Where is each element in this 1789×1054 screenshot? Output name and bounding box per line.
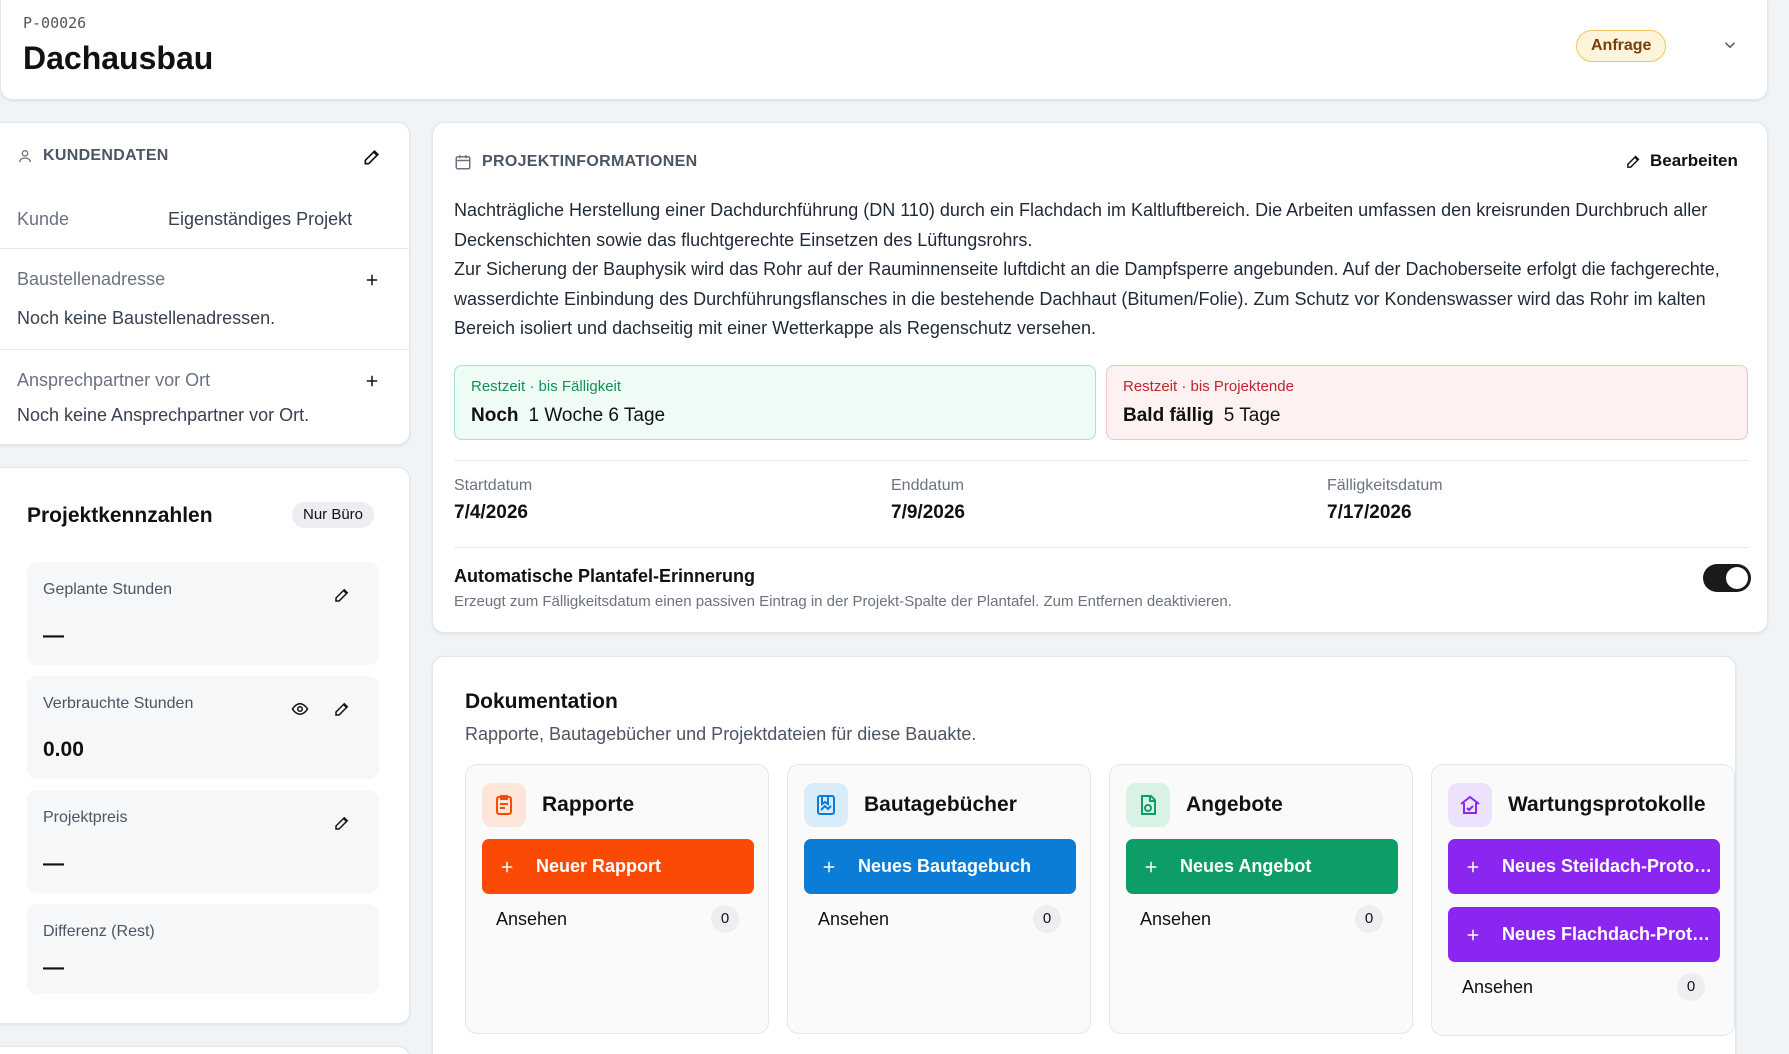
count-badge: 0 (1033, 905, 1061, 933)
view-reports-link[interactable]: Ansehen (496, 909, 567, 930)
add-contact-icon[interactable] (363, 372, 381, 390)
start-date-label: Startdatum (454, 477, 533, 494)
view-offers-link[interactable]: Ansehen (1140, 909, 1211, 930)
new-offer-button[interactable]: Neues Angebot (1126, 839, 1398, 894)
divider (454, 460, 1748, 461)
contact-label: Ansprechpartner vor Ort (17, 370, 211, 390)
plus-icon (1464, 858, 1482, 876)
site-address-label: Baustellenadresse (17, 269, 166, 289)
project-info-heading: PROJEKTINFORMATIONEN (454, 153, 697, 171)
project-id: P-00026 (23, 14, 87, 32)
maintenance-icon (1448, 783, 1492, 827)
edit-icon[interactable] (333, 586, 351, 604)
project-info-card: PROJEKTINFORMATIONEN Bearbeiten Nachträg… (432, 122, 1768, 633)
divider (0, 248, 410, 249)
site-address-empty: Noch keine Baustellenadressen. (17, 308, 276, 328)
kpi-planned-hours: Geplante Stunden — (27, 562, 379, 665)
plus-icon (820, 858, 838, 876)
start-date-value: 7/4/2026 (454, 502, 528, 523)
reminder-toggle[interactable] (1703, 564, 1751, 592)
edit-icon[interactable] (333, 700, 351, 718)
plus-icon (498, 858, 516, 876)
reminder-description: Erzeugt zum Fälligkeitsdatum einen passi… (454, 593, 1232, 610)
documentation-card: Dokumentation Rapporte, Bautagebücher un… (432, 656, 1736, 1054)
new-flat-roof-protocol-button[interactable]: Neues Flachdach-Prot… (1448, 907, 1720, 962)
view-diaries-link[interactable]: Ansehen (818, 909, 889, 930)
due-date-label: Fälligkeitsdatum (1327, 477, 1443, 494)
reports-column: Rapporte Neuer Rapport Ansehen 0 (465, 764, 769, 1034)
offer-icon (1126, 783, 1170, 827)
divider (454, 547, 1748, 548)
kpi-card: Projektkennzahlen Nur Büro Geplante Stun… (0, 467, 410, 1024)
new-pitched-roof-protocol-button[interactable]: Neues Steildach-Proto… (1448, 839, 1720, 894)
offers-column: Angebote Neues Angebot Ansehen 0 (1109, 764, 1413, 1034)
maintenance-column: Wartungsprotokolle Neues Steildach-Proto… (1431, 764, 1735, 1036)
project-description: Nachträgliche Herstellung einer Dachdurc… (454, 200, 1720, 338)
page-title: Dachausbau (23, 40, 214, 76)
divider (0, 349, 410, 350)
edit-customer-icon[interactable] (362, 147, 382, 167)
due-date-value: 7/17/2026 (1327, 502, 1412, 523)
chevron-down-icon[interactable] (1721, 36, 1739, 54)
kpi-difference: Differenz (Rest) — (27, 904, 379, 994)
plus-icon (1464, 926, 1482, 944)
customer-card: KUNDENDATEN Kunde Eigenständiges Projekt… (0, 122, 410, 445)
report-icon (482, 783, 526, 827)
kpi-title: Projektkennzahlen (27, 504, 213, 527)
pencil-icon (1625, 153, 1642, 170)
project-header: P-00026 Dachausbau Anfrage (0, 0, 1768, 100)
edit-icon[interactable] (333, 814, 351, 832)
end-date-label: Enddatum (891, 477, 964, 494)
view-protocols-link[interactable]: Ansehen (1462, 977, 1533, 998)
status-badge[interactable]: Anfrage (1576, 30, 1667, 62)
customer-value: Eigenständiges Projekt (168, 209, 353, 229)
count-badge: 0 (1355, 905, 1383, 933)
diaries-column: Bautagebücher Neues Bautagebuch Ansehen … (787, 764, 1091, 1034)
count-badge: 0 (1677, 973, 1705, 1001)
end-date-value: 7/9/2026 (891, 502, 965, 523)
remaining-end-box: Restzeit · bis Projektende Bald fällig 5 … (1106, 365, 1748, 440)
kpi-project-price: Projektpreis — (27, 790, 379, 893)
documentation-subtitle: Rapporte, Bautagebücher und Projektdatei… (465, 724, 977, 744)
remaining-due-box: Restzeit · bis Fälligkeit Noch 1 Woche 6 … (454, 365, 1096, 440)
next-card (0, 1046, 410, 1054)
eye-icon[interactable] (291, 700, 309, 718)
diary-icon (804, 783, 848, 827)
new-report-button[interactable]: Neuer Rapport (482, 839, 754, 894)
customer-heading: KUNDENDATEN (17, 147, 169, 165)
reminder-title: Automatische Plantafel-Erinnerung (454, 566, 756, 586)
office-only-badge: Nur Büro (292, 502, 375, 528)
kpi-used-hours: Verbrauchte Stunden 0.00 (27, 676, 379, 779)
calendar-icon (454, 153, 472, 171)
documentation-title: Dokumentation (465, 690, 618, 713)
user-icon (17, 148, 33, 164)
count-badge: 0 (711, 905, 739, 933)
customer-label: Kunde (17, 209, 70, 229)
new-diary-button[interactable]: Neues Bautagebuch (804, 839, 1076, 894)
add-site-address-icon[interactable] (363, 271, 381, 289)
plus-icon (1142, 858, 1160, 876)
edit-project-button[interactable]: Bearbeiten (1625, 151, 1738, 171)
contact-empty: Noch keine Ansprechpartner vor Ort. (17, 405, 310, 425)
